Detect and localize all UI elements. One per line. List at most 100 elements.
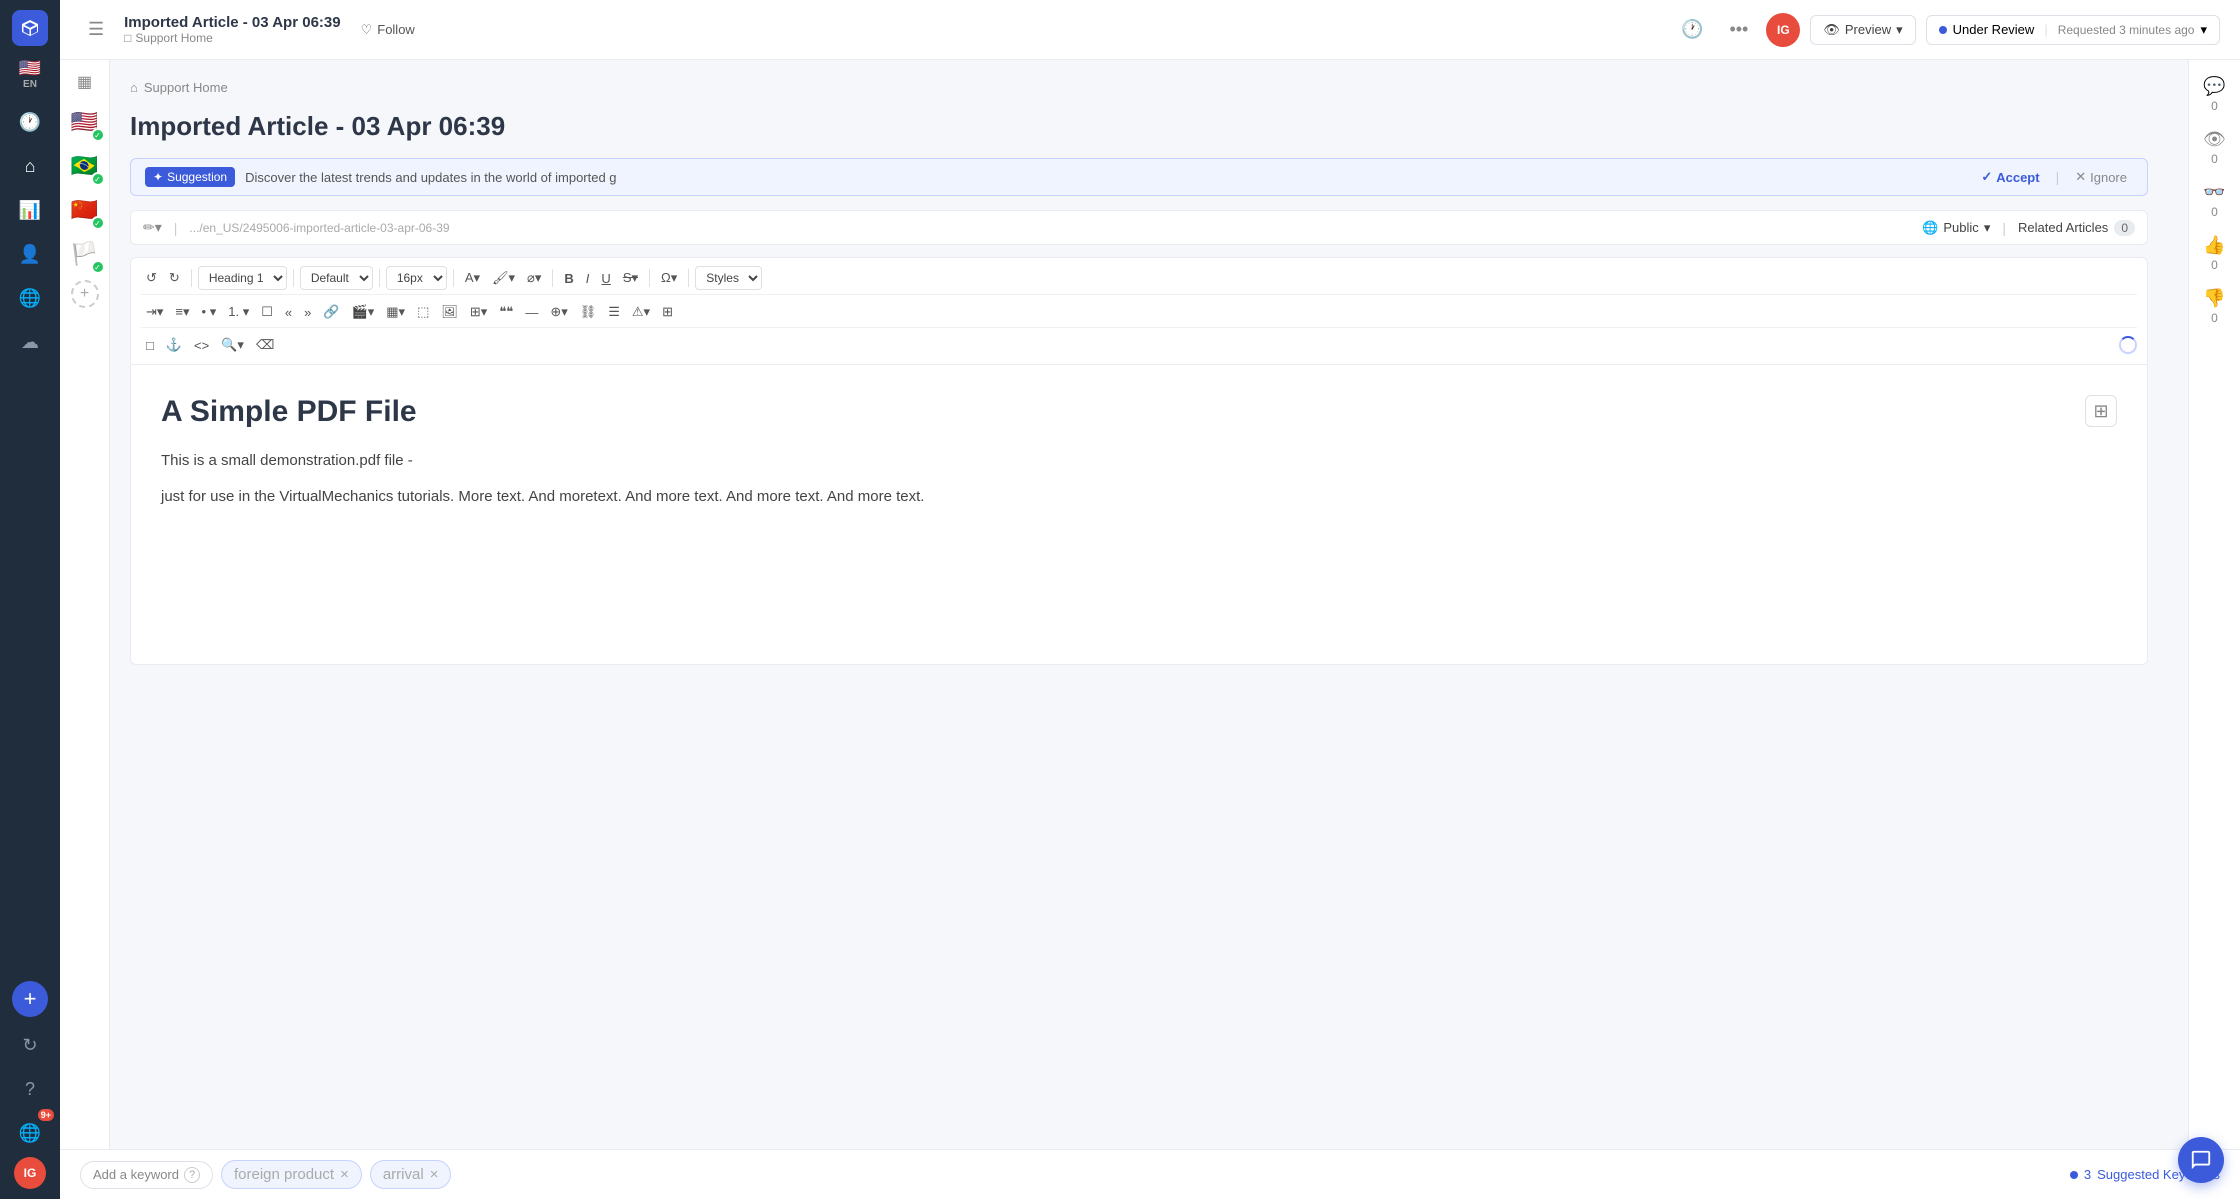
- public-selector[interactable]: 🌐 Public ▾: [1922, 220, 1990, 236]
- text-color-button[interactable]: A▾: [460, 267, 485, 289]
- comments-stat[interactable]: 💬 0: [2203, 76, 2225, 113]
- hr-button[interactable]: —: [520, 302, 543, 323]
- add-comment-button[interactable]: ⊞: [2085, 395, 2117, 427]
- underline-button[interactable]: U: [596, 268, 615, 289]
- fontsize-select[interactable]: 16px 12px 14px 18px 20px: [386, 266, 447, 290]
- eraser-button[interactable]: ⌫: [251, 334, 279, 356]
- anchor-button[interactable]: ⚓: [161, 334, 187, 356]
- nav-home[interactable]: ⌂: [10, 146, 50, 186]
- ordered-button[interactable]: 1. ▾: [223, 301, 254, 323]
- image-button[interactable]: 🖼: [436, 301, 463, 323]
- preview-button[interactable]: 👁 Preview ▾: [1810, 15, 1915, 45]
- blockquote-left-button[interactable]: «: [280, 302, 297, 323]
- align-button[interactable]: ≡▾: [170, 301, 194, 323]
- quote-button[interactable]: ❝❝: [494, 301, 518, 323]
- media-button[interactable]: 🎬▾: [347, 301, 380, 323]
- dislikes-stat[interactable]: 👎 0: [2203, 288, 2225, 325]
- follow-button[interactable]: ♡ Follow: [353, 18, 423, 42]
- embed-button[interactable]: ⬚: [412, 301, 434, 323]
- chat-button[interactable]: [2178, 1137, 2224, 1183]
- indent-button[interactable]: ⇥▾: [141, 301, 168, 323]
- bold-button[interactable]: B: [559, 268, 578, 289]
- editor-paragraph-1: This is a small demonstration.pdf file -: [161, 449, 2117, 473]
- toolbar-sep-1: [191, 269, 192, 287]
- nav-history[interactable]: 🕐: [10, 102, 50, 142]
- heading-select[interactable]: Heading 1 Heading 2 Heading 3 Normal: [198, 266, 287, 290]
- lang-other[interactable]: 🏳️ ✓: [67, 236, 103, 272]
- strikethrough-button[interactable]: S▾: [618, 267, 643, 289]
- keyword-help-icon[interactable]: ?: [184, 1167, 200, 1183]
- undo-button[interactable]: ↺: [141, 267, 162, 289]
- special-chars-button[interactable]: Ω▾: [656, 267, 682, 289]
- nav-users[interactable]: 👤: [10, 234, 50, 274]
- add-keyword-input[interactable]: Add a keyword ?: [80, 1161, 213, 1189]
- user-avatar[interactable]: IG: [1766, 13, 1800, 47]
- style-select[interactable]: Default: [300, 266, 373, 290]
- alert-button[interactable]: ⚠▾: [627, 301, 655, 323]
- nav-notifications[interactable]: 🌐 9+: [10, 1113, 50, 1153]
- suggest-dot: [2070, 1171, 2078, 1179]
- views-count: 0: [2211, 152, 2218, 166]
- search-replace-button[interactable]: 🔍▾: [216, 334, 249, 356]
- related-articles[interactable]: Related Articles 0: [2018, 220, 2135, 236]
- highlight-button[interactable]: 🖌▾: [487, 267, 520, 289]
- lang-add-button[interactable]: +: [71, 280, 99, 308]
- nav-refresh[interactable]: ↻: [10, 1025, 50, 1065]
- edit-icon[interactable]: ✏▾: [143, 219, 162, 236]
- editor-body[interactable]: A Simple PDF File ⊞ This is a small demo…: [130, 365, 2148, 665]
- lang-cn[interactable]: 🇨🇳 ✓: [67, 192, 103, 228]
- code-button[interactable]: <>: [189, 335, 214, 356]
- nav-help[interactable]: ?: [10, 1069, 50, 1109]
- lang-cn-check: ✓: [91, 216, 105, 230]
- article-button[interactable]: □: [141, 335, 159, 356]
- keyword-remove-icon[interactable]: ×: [340, 1166, 349, 1183]
- group-button[interactable]: ⊞: [657, 301, 678, 323]
- readers-stat[interactable]: 👓 0: [2203, 182, 2225, 219]
- table-button[interactable]: ▦▾: [381, 301, 410, 323]
- widget-button[interactable]: ⊕▾: [545, 301, 572, 323]
- language-sidebar: ▦ 🇺🇸 ✓ 🇧🇷 ✓ 🇨🇳 ✓ 🏳️ ✓ +: [60, 60, 110, 1199]
- language-selector[interactable]: 🇺🇸 EN: [19, 58, 41, 90]
- nav-upload[interactable]: ☁: [10, 322, 50, 362]
- ignore-button[interactable]: ✕ Ignore: [2069, 167, 2133, 187]
- likes-stat[interactable]: 👍 0: [2203, 235, 2225, 272]
- history-button[interactable]: 🕐: [1673, 15, 1711, 44]
- views-stat[interactable]: 👁 0: [2203, 129, 2226, 166]
- redo-button[interactable]: ↻: [164, 267, 185, 289]
- accept-button[interactable]: ✓ Accept: [1975, 167, 2045, 187]
- related-label: Related Articles: [2018, 220, 2108, 235]
- breadcrumb-icon: □: [124, 31, 131, 45]
- likes-count: 0: [2211, 258, 2218, 272]
- bullet-button[interactable]: • ▾: [197, 301, 222, 323]
- stack-button[interactable]: ☰: [603, 301, 625, 323]
- table-view-icon[interactable]: ▦: [77, 72, 92, 92]
- app-logo[interactable]: [12, 10, 48, 46]
- accept-label: Accept: [1996, 170, 2039, 185]
- nav-globe[interactable]: 🌐: [10, 278, 50, 318]
- gallery-button[interactable]: ⊞▾: [465, 301, 492, 323]
- status-badge[interactable]: Under Review | Requested 3 minutes ago ▾: [1926, 15, 2220, 45]
- toolbar-sep-5: [552, 269, 553, 287]
- link-button[interactable]: ⌀▾: [522, 267, 546, 289]
- status-dot: [1939, 26, 1947, 34]
- keyword-remove-icon[interactable]: ×: [430, 1166, 439, 1183]
- suggestion-separator: |: [2056, 169, 2060, 185]
- menu-button[interactable]: ☰: [80, 15, 112, 44]
- blockquote-right-button[interactable]: »: [299, 302, 316, 323]
- toolbar-sep-4: [453, 269, 454, 287]
- task-button[interactable]: ☐: [256, 301, 278, 323]
- styles-select[interactable]: Styles: [695, 266, 762, 290]
- lang-br[interactable]: 🇧🇷 ✓: [67, 148, 103, 184]
- likes-icon: 👍: [2203, 235, 2225, 256]
- url-slug[interactable]: 2495006-imported-article-03-apr-06-39: [243, 221, 450, 235]
- nav-analytics[interactable]: 📊: [10, 190, 50, 230]
- hyperlink-button[interactable]: 🔗: [318, 301, 344, 323]
- link2-button[interactable]: ⛓: [575, 301, 602, 323]
- lang-en[interactable]: 🇺🇸 ✓: [67, 104, 103, 140]
- nav-user-avatar[interactable]: IG: [14, 1157, 46, 1189]
- more-button[interactable]: •••: [1721, 15, 1756, 44]
- italic-button[interactable]: I: [581, 268, 595, 289]
- preview-arrow-icon: ▾: [1896, 22, 1903, 38]
- comments-icon: 💬: [2203, 76, 2225, 97]
- nav-add-button[interactable]: +: [12, 981, 48, 1017]
